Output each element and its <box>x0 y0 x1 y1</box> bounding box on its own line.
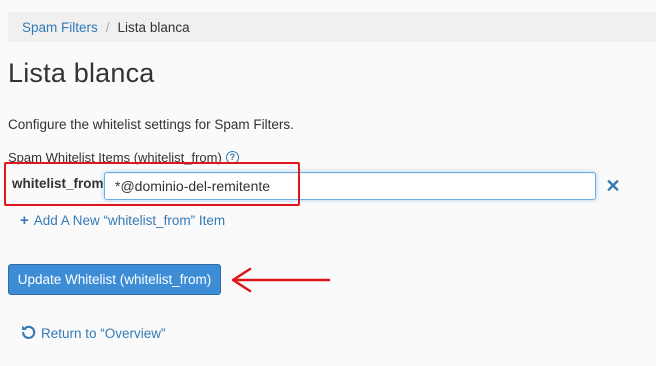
update-whitelist-button[interactable]: Update Whitelist (whitelist_from) <box>8 264 221 295</box>
add-whitelist-item-label: Add A New “whitelist_from” Item <box>33 213 226 228</box>
breadcrumb-spam-filters[interactable]: Spam Filters <box>22 20 98 35</box>
breadcrumb-current: Lista blanca <box>117 19 190 35</box>
return-icon <box>20 323 37 343</box>
annotation-arrow <box>231 267 331 293</box>
add-whitelist-item-link[interactable]: + Add A New “whitelist_from” Item <box>20 213 225 228</box>
remove-icon[interactable]: ✕ <box>603 177 623 195</box>
annotation-highlight-box <box>4 162 300 206</box>
page-title: Lista blanca <box>8 58 155 88</box>
breadcrumb-separator: / <box>105 19 110 35</box>
plus-icon: + <box>20 212 29 229</box>
breadcrumb: Spam Filters / Lista blanca <box>8 12 656 42</box>
return-to-overview-link[interactable]: Return to “Overview” <box>20 323 166 343</box>
page-description: Configure the whitelist settings for Spa… <box>8 117 294 132</box>
return-to-overview-label: Return to “Overview” <box>41 325 166 341</box>
